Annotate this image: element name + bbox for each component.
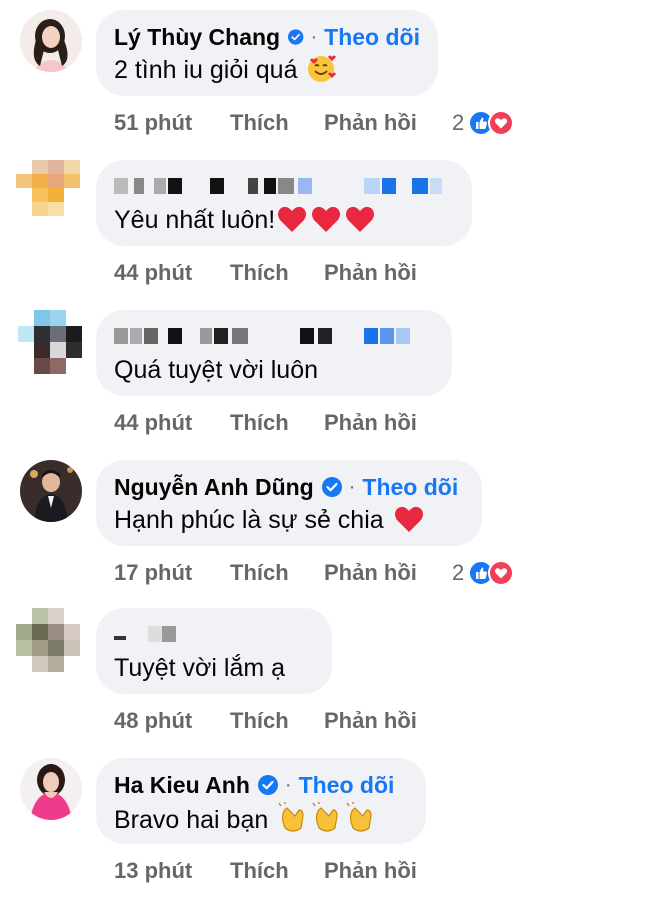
reply-button[interactable]: Phản hồi [324, 858, 452, 884]
avatar[interactable] [20, 758, 82, 820]
avatar[interactable] [20, 10, 82, 72]
comment-text: 2 tình iu giỏi quá [114, 56, 298, 84]
verified-badge-icon [321, 477, 342, 497]
avatar[interactable] [20, 460, 82, 522]
commenter-name[interactable]: Lý Thùy Chang [114, 24, 280, 51]
avatar[interactable] [18, 310, 82, 378]
reply-button[interactable]: Phản hồi [324, 708, 452, 734]
avatar[interactable] [16, 608, 82, 674]
reaction-summary[interactable]: 2 [452, 110, 515, 136]
commenter-name[interactable]: Ha Kieu Anh [114, 772, 250, 799]
like-button[interactable]: Thích [230, 110, 324, 136]
timestamp[interactable]: 51 phút [114, 110, 230, 136]
like-button[interactable]: Thích [230, 410, 324, 436]
comment-bubble: Tuyệt vời lắm ạ [96, 608, 332, 694]
reply-button[interactable]: Phản hồi [324, 260, 452, 286]
verified-badge-icon [257, 775, 278, 795]
red-heart-icon [277, 204, 375, 242]
reaction-count: 2 [452, 560, 465, 585]
comment-actions: 44 phút Thích Phản hồi [114, 410, 452, 436]
reaction-count: 2 [452, 110, 465, 135]
comment-bubble: Quá tuyệt vời luôn [96, 310, 452, 396]
hidden-commenter-name [114, 170, 454, 204]
comment-text: Hạnh phúc là sự sẻ chia [114, 506, 384, 534]
comment-bubble: Yêu nhất luôn! [96, 160, 472, 246]
love-icon [488, 110, 515, 136]
hidden-commenter-name [114, 618, 314, 652]
comment-text: Tuyệt vời lắm ạ [114, 654, 286, 682]
follow-button[interactable]: Theo dõi [324, 24, 420, 51]
comment-text: Quá tuyệt vời luôn [114, 356, 319, 384]
timestamp[interactable]: 17 phút [114, 560, 230, 586]
timestamp[interactable]: 13 phút [114, 858, 230, 884]
like-button[interactable]: Thích [230, 708, 324, 734]
separator-dot: · [284, 773, 292, 796]
comment-actions: 51 phút Thích Phản hồi [114, 110, 452, 136]
reply-button[interactable]: Phản hồi [324, 110, 452, 136]
timestamp[interactable]: 44 phút [114, 410, 230, 436]
smiling-face-with-hearts-icon [308, 55, 337, 82]
timestamp[interactable]: 48 phút [114, 708, 230, 734]
love-icon [488, 560, 515, 586]
verified-badge-icon [288, 29, 304, 45]
follow-button[interactable]: Theo dõi [299, 772, 395, 799]
timestamp[interactable]: 44 phút [114, 260, 230, 286]
reply-button[interactable]: Phản hồi [324, 410, 452, 436]
comment-text: Yêu nhất luôn! [114, 206, 276, 234]
clapping-hands-icon [278, 802, 372, 832]
comment-actions: 44 phút Thích Phản hồi [114, 260, 452, 286]
hidden-commenter-name [114, 320, 434, 354]
separator-dot: · [310, 25, 318, 48]
separator-dot: · [348, 475, 356, 498]
avatar[interactable] [16, 160, 82, 216]
reply-button[interactable]: Phản hồi [324, 560, 452, 586]
comment-actions: 48 phút Thích Phản hồi [114, 708, 452, 734]
comment-bubble: Ha Kieu Anh · Theo dõi Bravo hai bạn [96, 758, 426, 844]
reaction-summary[interactable]: 2 [452, 560, 515, 586]
like-button[interactable]: Thích [230, 260, 324, 286]
follow-button[interactable]: Theo dõi [362, 474, 458, 501]
comment-bubble: Lý Thùy Chang · Theo dõi 2 tình iu giỏi … [96, 10, 438, 96]
comment-actions: 13 phút Thích Phản hồi [114, 858, 452, 884]
comment-bubble: Nguyễn Anh Dũng · Theo dõi Hạnh phúc là … [96, 460, 482, 546]
comment-actions: 17 phút Thích Phản hồi [114, 560, 452, 586]
commenter-name[interactable]: Nguyễn Anh Dũng [114, 474, 314, 501]
like-button[interactable]: Thích [230, 858, 324, 884]
comment-text: Bravo hai bạn [114, 806, 269, 834]
red-heart-icon [394, 506, 423, 532]
like-button[interactable]: Thích [230, 560, 324, 586]
